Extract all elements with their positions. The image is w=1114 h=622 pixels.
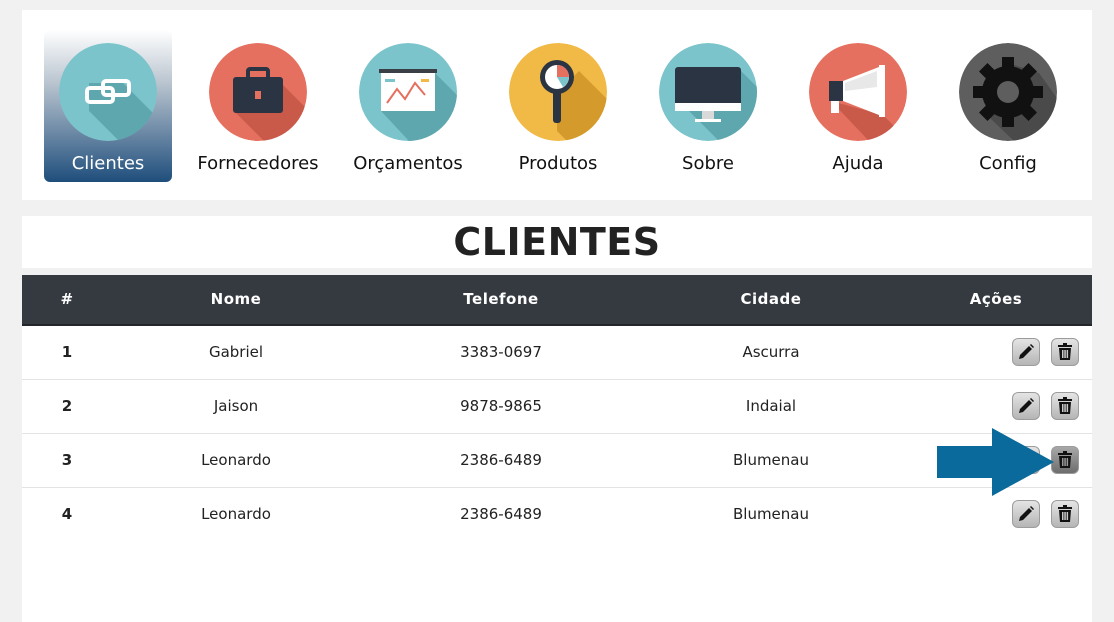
table-row: 3 Leonardo 2386-6489 Blumenau xyxy=(22,434,1092,488)
client-city: Indaial xyxy=(745,397,797,415)
column-header-nome: Nome xyxy=(210,290,262,308)
edit-button[interactable] xyxy=(1012,392,1040,420)
nav-label-config: Config xyxy=(979,153,1037,174)
client-phone: 9878-9865 xyxy=(460,397,542,415)
gear-icon xyxy=(959,43,1057,141)
row-number: 4 xyxy=(61,505,73,523)
row-number: 1 xyxy=(61,343,73,361)
table-row: 2 Jaison 9878-9865 Indaial xyxy=(22,380,1092,434)
delete-button[interactable] xyxy=(1051,500,1079,528)
client-city: Blumenau xyxy=(732,451,809,469)
pencil-icon xyxy=(1019,506,1034,521)
client-name: Leonardo xyxy=(201,451,271,469)
trash-icon xyxy=(1058,343,1072,360)
nav-label-produtos: Produtos xyxy=(518,153,598,174)
client-city: Blumenau xyxy=(732,505,809,523)
column-header-telefone: Telefone xyxy=(463,290,539,308)
nav-label-orcamentos: Orçamentos xyxy=(353,153,463,174)
trash-icon xyxy=(1058,505,1072,522)
top-navbar: Clientes Fornecedores Orçamentos Produto… xyxy=(22,10,1092,200)
trash-icon xyxy=(1058,397,1072,414)
nav-label-clientes: Clientes xyxy=(71,153,145,174)
nav-item-clientes[interactable]: Clientes xyxy=(44,30,172,182)
client-city: Ascurra xyxy=(742,343,800,361)
nav-item-sobre[interactable]: Sobre xyxy=(644,30,772,182)
delete-button[interactable] xyxy=(1051,338,1079,366)
edit-button[interactable] xyxy=(1012,446,1040,474)
column-header-cidade: Cidade xyxy=(740,290,802,308)
pencil-icon xyxy=(1019,398,1034,413)
client-name: Gabriel xyxy=(208,343,264,361)
nav-item-orcamentos[interactable]: Orçamentos xyxy=(344,30,472,182)
edit-button[interactable] xyxy=(1012,500,1040,528)
row-number: 2 xyxy=(61,397,73,415)
nav-label-ajuda: Ajuda xyxy=(832,153,884,174)
monitor-icon xyxy=(659,43,757,141)
trash-icon xyxy=(1058,451,1072,468)
table-row: 4 Leonardo 2386-6489 Blumenau xyxy=(22,488,1092,542)
link-icon xyxy=(59,43,157,141)
client-phone: 2386-6489 xyxy=(460,505,542,523)
nav-label-fornecedores: Fornecedores xyxy=(197,153,319,174)
nav-item-config[interactable]: Config xyxy=(944,30,1072,182)
client-name: Leonardo xyxy=(201,505,271,523)
nav-item-produtos[interactable]: Produtos xyxy=(494,30,622,182)
title-divider xyxy=(22,268,1092,275)
nav-item-ajuda[interactable]: Ajuda xyxy=(794,30,922,182)
edit-button[interactable] xyxy=(1012,338,1040,366)
client-phone: 2386-6489 xyxy=(460,451,542,469)
column-header-acoes: Ações xyxy=(969,290,1023,308)
megaphone-icon xyxy=(809,43,907,141)
table-header: # Nome Telefone Cidade Ações xyxy=(22,275,1092,326)
page-title: CLIENTES xyxy=(453,220,661,264)
delete-button[interactable] xyxy=(1051,392,1079,420)
pencil-icon xyxy=(1019,344,1034,359)
presentation-chart-icon xyxy=(359,43,457,141)
delete-button[interactable] xyxy=(1051,446,1079,474)
column-header-num: # xyxy=(60,290,74,308)
magnifier-icon xyxy=(509,43,607,141)
client-phone: 3383-0697 xyxy=(460,343,542,361)
client-name: Jaison xyxy=(213,397,259,415)
nav-item-fornecedores[interactable]: Fornecedores xyxy=(194,30,322,182)
nav-label-sobre: Sobre xyxy=(682,153,734,174)
briefcase-icon xyxy=(209,43,307,141)
row-number: 3 xyxy=(61,451,73,469)
pencil-icon xyxy=(1019,452,1034,467)
clients-panel: CLIENTES # Nome Telefone Cidade Ações 1 … xyxy=(22,216,1092,622)
table-row: 1 Gabriel 3383-0697 Ascurra xyxy=(22,326,1092,380)
